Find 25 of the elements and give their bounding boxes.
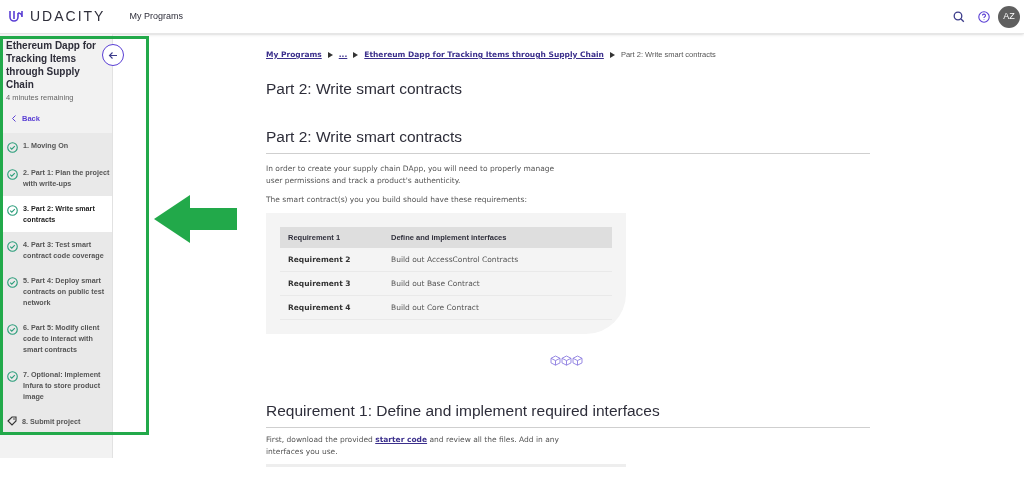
collapse-button[interactable] [102,44,124,66]
breadcrumb-separator-icon [327,51,333,58]
check-circle-icon [7,370,18,382]
course-title: Ethereum Dapp for Tracking Items through Supply Chain [6,39,97,91]
check-circle-icon [7,240,18,252]
chevron-left-icon [11,115,17,123]
check-circle-icon [7,323,18,335]
help-icon[interactable] [978,10,990,23]
check-circle-icon [7,141,18,153]
nav-link[interactable]: My Programs [129,9,183,24]
page-title: Part 2: Write smart contracts [266,79,464,100]
section-title: Part 2: Write smart contracts [266,124,870,154]
arrow-left-icon [108,50,118,60]
logo-text: UDACITY [30,7,106,26]
section-title: Requirement 1: Define and implement required interfaces [266,398,870,428]
breadcrumb-separator-icon [353,51,359,58]
breadcrumb-separator-icon [609,51,615,58]
logo-icon [8,8,24,25]
tag-icon [7,415,17,426]
user-avatar[interactable]: AZ [998,5,1020,28]
cubes-icon [550,354,583,366]
check-circle-icon [7,168,18,180]
check-circle-icon [7,204,18,216]
check-circle-icon [7,276,18,288]
search-icon[interactable] [953,10,965,23]
